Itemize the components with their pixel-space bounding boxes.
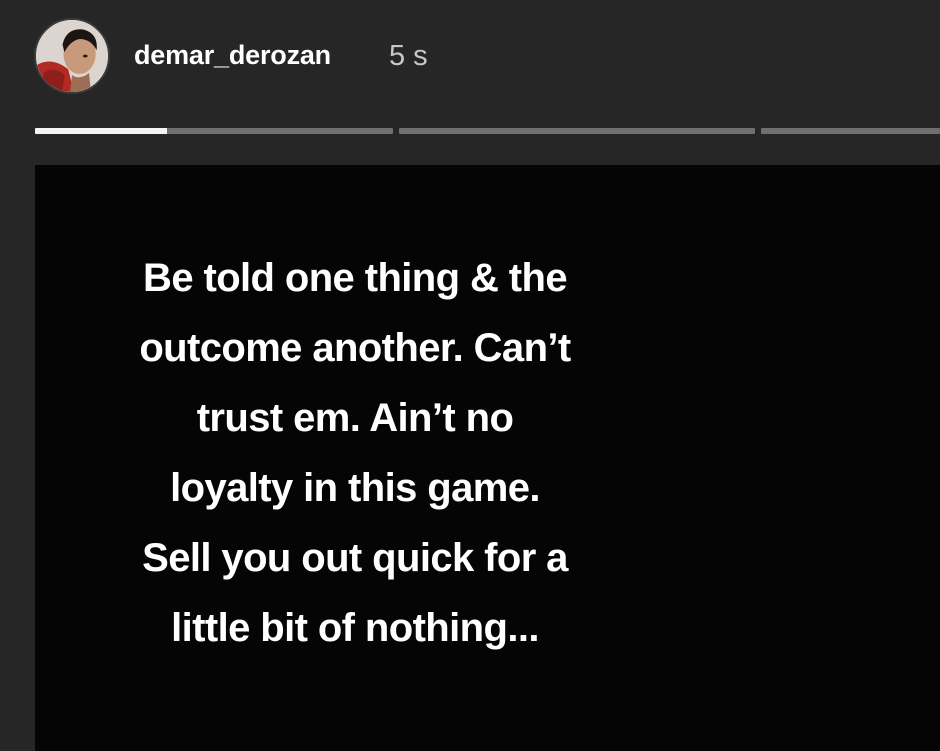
story-progress-bar	[35, 128, 940, 134]
story-text-line: loyalty in this game.	[170, 466, 540, 510]
story-text-line: trust em. Ain’t no	[196, 396, 514, 440]
story-viewer: demar_derozan 5 s Be told one thing & th…	[0, 0, 940, 751]
progress-segment	[399, 128, 755, 134]
progress-segment	[35, 128, 393, 134]
story-text-line: outcome another. Can’t	[139, 326, 571, 370]
story-text-line: Sell you out quick for a	[142, 536, 568, 580]
story-text-line: Be told one thing & the	[143, 256, 568, 300]
story-header: demar_derozan 5 s	[0, 0, 940, 118]
story-timestamp: 5 s	[389, 40, 428, 72]
username-link[interactable]: demar_derozan	[134, 40, 331, 71]
avatar[interactable]	[34, 18, 110, 94]
profile-photo-icon	[36, 20, 108, 92]
story-text-line: little bit of nothing...	[171, 606, 539, 650]
progress-segment	[761, 128, 940, 134]
story-text: Be told one thing & the outcome another.…	[35, 243, 675, 663]
progress-fill	[35, 128, 168, 134]
story-content[interactable]: Be told one thing & the outcome another.…	[35, 165, 940, 751]
